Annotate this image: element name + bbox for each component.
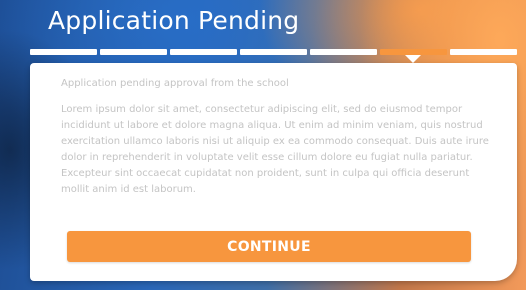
progress-step-1 [30, 49, 97, 55]
progress-step-3 [170, 49, 237, 55]
progress-step-5 [310, 49, 377, 55]
card-body-text: Lorem ipsum dolor sit amet, consectetur … [61, 104, 489, 195]
continue-button[interactable]: CONTINUE [67, 231, 471, 262]
card-subtitle: Application pending approval from the sc… [61, 78, 289, 89]
page-title: Application Pending [48, 6, 300, 35]
progress-step-4 [240, 49, 307, 55]
progress-step-7 [450, 49, 517, 55]
progress-pointer [405, 55, 421, 63]
progress-step-2 [100, 49, 167, 55]
status-card: Application pending approval from the sc… [30, 63, 517, 281]
progress-bar [30, 49, 517, 55]
